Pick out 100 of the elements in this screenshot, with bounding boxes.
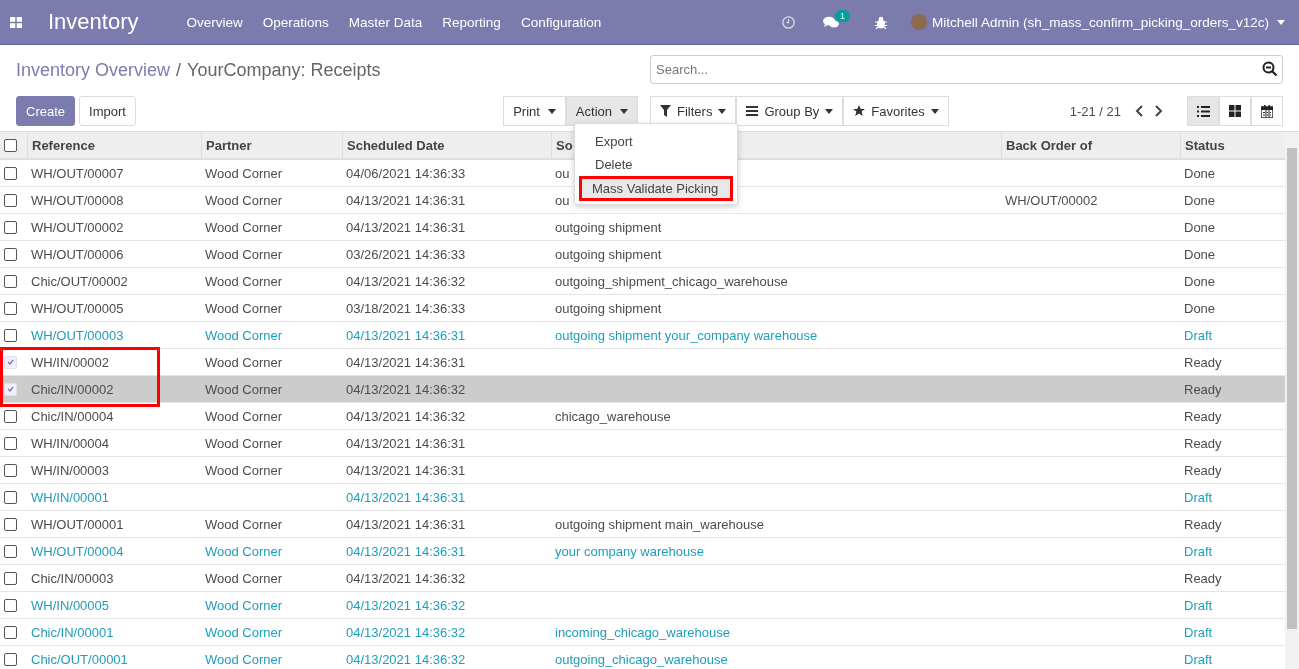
table-cell-text: Draft [1183,543,1214,559]
table-cell-text: Ready [1183,462,1223,478]
table-cell-text: WH/OUT/00008 [30,192,125,208]
column-header[interactable]: Partner [201,132,342,158]
caret-icon [718,108,727,114]
table-cell-text: 04/13/2021 14:36:31 [345,462,467,478]
caret-icon [930,108,939,114]
table-cell-text: Chic/OUT/00002 [30,273,129,289]
table-cell-text: 04/13/2021 14:36:31 [345,192,467,208]
table-cell-text: Ready [1183,408,1223,424]
table-cell-text: 04/13/2021 14:36:32 [345,381,467,397]
menu-item[interactable]: Export [579,130,733,153]
bug-icon[interactable] [875,15,888,29]
table-cell-text: 04/13/2021 14:36:31 [345,327,467,343]
search-icon[interactable] [1262,61,1278,77]
table-cell-text: Done [1183,219,1217,235]
table-cell-text: Wood Corner [204,435,284,451]
row-checkbox[interactable] [4,166,17,180]
row-checkbox[interactable] [4,652,17,666]
view-switch-button[interactable] [1187,96,1219,126]
table-cell-text: 04/13/2021 14:36:31 [345,516,467,532]
table-cell-text: Draft [1183,651,1214,667]
scrollbar[interactable] [1285,132,1299,669]
table-cell-text: Draft [1183,624,1214,640]
table-cell-text: 04/13/2021 14:36:32 [345,651,467,667]
chat-icon[interactable] [823,15,840,29]
nav-menu-item[interactable]: Configuration [520,14,602,30]
view-switch-button[interactable] [1219,96,1251,126]
row-checkbox[interactable] [4,571,17,585]
table-cell-text: Ready [1183,381,1223,397]
row-checkbox[interactable] [4,517,17,531]
row-checkbox[interactable] [4,220,17,234]
search-option-button[interactable]: Filters [650,96,737,126]
list-icon [1196,105,1210,117]
user-name[interactable]: Mitchell Admin (sh_mass_confirm_picking_orders_v12c) [932,14,1269,30]
nav-menu-item[interactable]: Reporting [442,14,501,30]
view-switch-button[interactable] [1251,96,1283,126]
row-checkbox[interactable] [4,625,17,639]
row-checkbox[interactable] [4,247,17,261]
star-icon [853,105,866,117]
table-cell-text: outgoing shipment your_company warehouse [554,327,819,343]
table-cell-text: 04/13/2021 14:36:31 [345,435,467,451]
apps-grid-icon[interactable] [10,16,22,28]
row-checkbox[interactable] [4,193,17,207]
select-all-checkbox[interactable] [4,138,17,152]
table-cell-text: WH/OUT/00007 [30,165,125,181]
grid-icon [1229,105,1241,117]
column-header[interactable]: Back Order of [1001,132,1180,158]
search-option-button[interactable]: Favorites [843,96,949,126]
nav-menu-item[interactable]: Master Data [348,14,423,30]
table-cell-text: Wood Corner [204,300,284,316]
table-cell-text: 03/26/2021 14:36:33 [345,246,467,262]
table-cell-text: Wood Corner [204,273,284,289]
import-button[interactable]: Import [79,96,136,126]
table-cell-text: 04/06/2021 14:36:33 [345,165,467,181]
caret-icon [825,108,834,114]
table-cell-text: WH/IN/00004 [30,435,111,451]
menu-item[interactable]: Mass Validate Picking [579,176,733,201]
app-title[interactable]: Inventory [48,9,139,35]
table-cell-text: WH/OUT/00002 [30,219,125,235]
row-checkbox[interactable] [4,436,17,450]
previous-icon[interactable] [1135,105,1143,117]
nav-menu-item[interactable]: Operations [262,14,329,30]
table-cell-text: Chic/IN/00004 [30,408,115,424]
table-cell-text: Wood Corner [204,192,284,208]
table-cell-text: 03/18/2021 14:36:33 [345,300,467,316]
table-cell-text: ou [554,192,571,208]
clock-icon[interactable] [782,15,796,29]
row-checkbox[interactable] [4,463,17,477]
table-cell-text: Done [1183,192,1217,208]
table-cell-text: 04/13/2021 14:36:31 [345,543,467,559]
dropdown-button[interactable]: Action [565,96,638,126]
create-button[interactable]: Create [16,96,76,126]
table-cell-text: WH/IN/00005 [30,597,111,613]
search-option-button[interactable]: Group By [736,96,844,126]
column-header[interactable]: Scheduled Date [342,132,551,158]
nav-menu-item[interactable]: Overview [186,14,243,30]
search-field[interactable]: Search... [650,55,1283,84]
dropdown-button[interactable]: Print [503,96,566,126]
table-cell-text: outgoing_chicago_warehouse [554,651,729,667]
row-checkbox[interactable] [4,328,17,342]
table-cell-text: Ready [1183,435,1223,451]
row-checkbox[interactable] [4,598,17,612]
breadcrumb-link[interactable]: Inventory Overview [16,59,171,81]
table-cell-text: Chic/IN/00003 [30,570,115,586]
table-cell-text: Wood Corner [204,516,284,532]
next-icon[interactable] [1155,105,1163,117]
table-cell-text: WH/OUT/00003 [30,327,125,343]
column-header[interactable]: Reference [27,132,201,158]
row-checkbox[interactable] [4,544,17,558]
table-cell-text: WH/OUT/00001 [30,516,125,532]
table-cell-text: Draft [1183,327,1214,343]
table-cell-text: Wood Corner [204,624,284,640]
table-cell-text: Wood Corner [204,408,284,424]
row-checkbox[interactable] [4,274,17,288]
breadcrumb-separator: / [176,59,182,81]
row-checkbox[interactable] [4,301,17,315]
table-cell-text: outgoing shipment [554,246,663,262]
row-checkbox[interactable] [4,490,17,504]
row-checkbox[interactable] [4,409,17,423]
